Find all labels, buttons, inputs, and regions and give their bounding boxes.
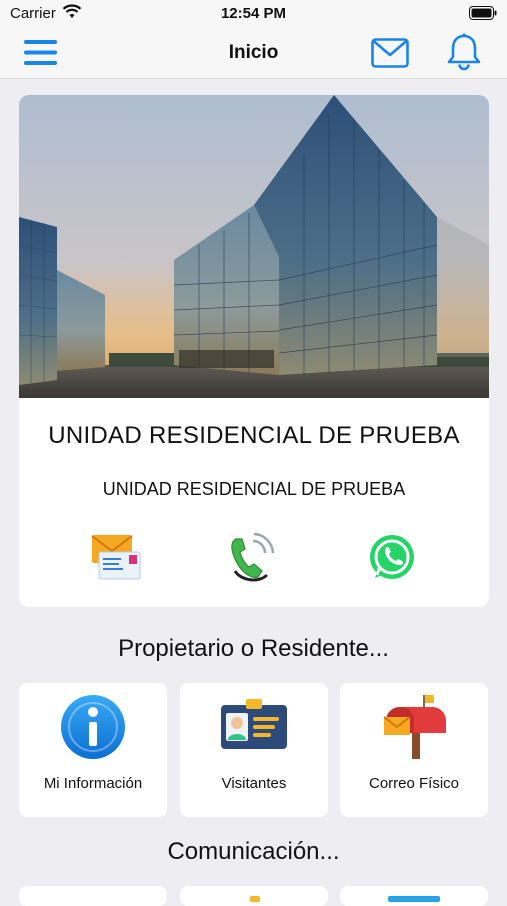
visitor-badge-icon — [221, 699, 287, 749]
tile-communication-2[interactable] — [180, 886, 328, 906]
residence-card: UNIDAD RESIDENCIAL DE PRUEBA UNIDAD RESI… — [19, 95, 489, 607]
phone-icon[interactable] — [227, 531, 281, 585]
mailbox-icon — [383, 695, 446, 759]
tile-label: Mi Información — [43, 775, 143, 792]
info-icon — [61, 695, 125, 759]
tile-communication-3[interactable] — [340, 886, 488, 906]
owner-section-heading: Propietario o Residente... — [118, 635, 389, 662]
residence-name: UNIDAD RESIDENCIAL DE PRUEBA — [48, 422, 460, 449]
tile-label: Correo Físico — [368, 775, 460, 792]
navigation-bar: Inicio — [0, 28, 507, 79]
status-bar: Carrier 12:54 PM — [0, 0, 507, 28]
email-icon[interactable] — [89, 531, 143, 585]
residence-subtitle: UNIDAD RESIDENCIAL DE PRUEBA — [102, 479, 406, 499]
page-title: Inicio — [228, 42, 279, 63]
status-time: 12:54 PM — [220, 5, 287, 22]
tile-correo-fisico[interactable]: Correo Físico — [340, 683, 488, 817]
tile-mi-informacion[interactable]: Mi Información — [19, 683, 167, 817]
whatsapp-icon[interactable] — [365, 531, 419, 585]
building-photo — [19, 95, 489, 398]
tile-label: Visitantes — [221, 775, 287, 792]
battery-icon — [469, 6, 497, 20]
tile-visitantes[interactable]: Visitantes — [180, 683, 328, 817]
bell-icon[interactable] — [446, 33, 482, 71]
communication-icon-peek — [388, 896, 440, 902]
tile-communication-1[interactable] — [19, 886, 167, 906]
communication-section-heading: Comunicación... — [167, 838, 340, 865]
envelope-icon[interactable] — [371, 38, 409, 68]
communication-icon-peek — [250, 896, 260, 902]
